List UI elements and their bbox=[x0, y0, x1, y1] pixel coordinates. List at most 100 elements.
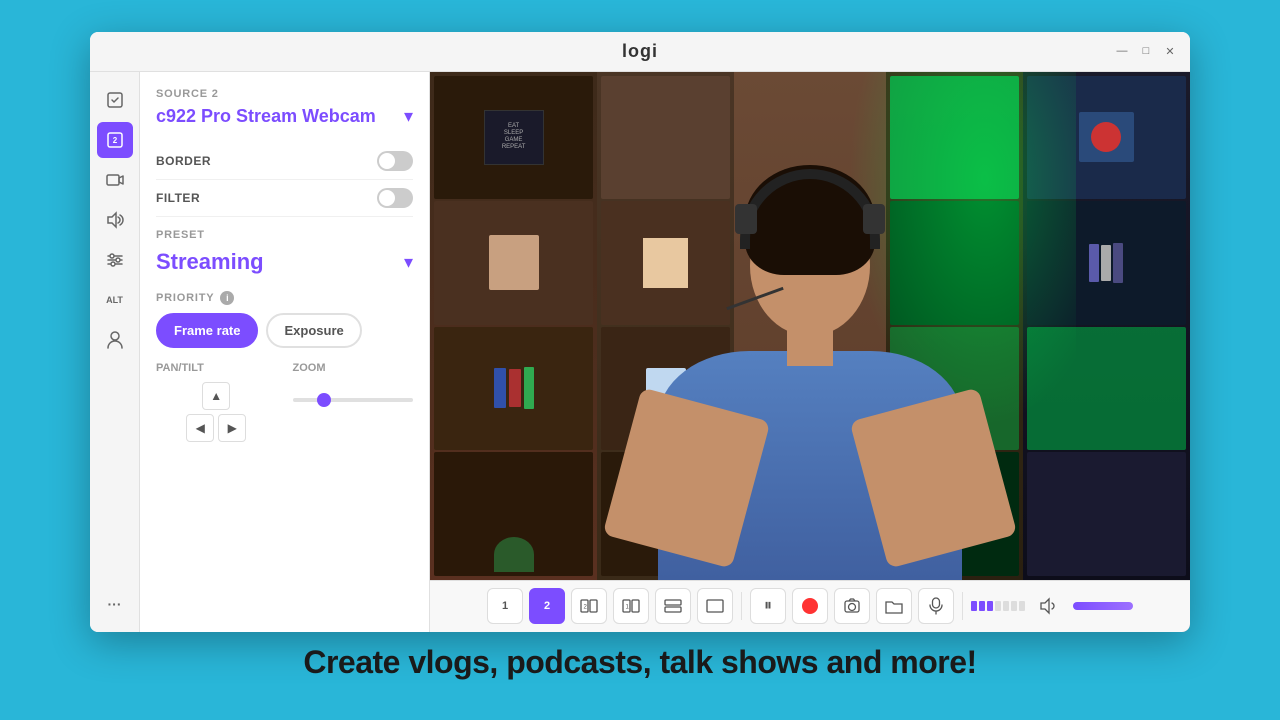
vol-seg-3 bbox=[987, 601, 993, 611]
mushroom-icon bbox=[1091, 122, 1121, 152]
device-selector[interactable]: c922 Pro Stream Webcam ▾ bbox=[156, 106, 413, 128]
pan-up-button[interactable]: ▲ bbox=[202, 382, 230, 410]
maximize-button[interactable]: □ bbox=[1138, 43, 1154, 59]
vol-seg-1 bbox=[971, 601, 977, 611]
zoom-slider[interactable] bbox=[293, 398, 414, 402]
shelf-decoration: EATSLEEPGAMEREPEAT bbox=[484, 110, 544, 165]
sidebar-item-source2[interactable]: 2 bbox=[97, 122, 133, 158]
app-logo: logi bbox=[622, 41, 658, 62]
window-controls: — □ ✕ bbox=[1114, 43, 1178, 59]
sidebar-item-person[interactable] bbox=[97, 322, 133, 358]
folder-button[interactable] bbox=[876, 588, 912, 624]
sidebar-item-sliders[interactable] bbox=[97, 242, 133, 278]
shelf-item bbox=[1027, 452, 1186, 576]
mic-button[interactable] bbox=[918, 588, 954, 624]
pan-left-button[interactable]: ◀ bbox=[186, 414, 214, 442]
source-btn-2[interactable]: 2 bbox=[529, 588, 565, 624]
device-chevron-icon: ▾ bbox=[404, 106, 413, 127]
priority-label-row: PRIORITY i bbox=[156, 291, 413, 305]
volume-bar bbox=[971, 601, 1025, 611]
title-bar: logi — □ ✕ bbox=[90, 32, 1190, 72]
book bbox=[1101, 245, 1111, 281]
shelf-item: EATSLEEPGAMEREPEAT bbox=[434, 76, 593, 200]
app-window: logi — □ ✕ 2 bbox=[90, 32, 1190, 632]
priority-label: PRIORITY bbox=[156, 292, 214, 304]
vol-seg-4 bbox=[995, 601, 1001, 611]
source-btn-1[interactable]: 1 bbox=[487, 588, 523, 624]
filter-toggle[interactable] bbox=[377, 188, 413, 208]
purple-vol-bar bbox=[1073, 602, 1133, 610]
arrow-controls: ▲ ◀ ▶ bbox=[156, 382, 277, 442]
pan-tilt-zoom-section: PAN/TILT ▲ ◀ ▶ ZOOM bbox=[156, 362, 413, 442]
book bbox=[494, 368, 506, 408]
settings-panel: SOURCE 2 c922 Pro Stream Webcam ▾ BORDER… bbox=[140, 72, 430, 632]
priority-info-icon[interactable]: i bbox=[220, 291, 234, 305]
preset-value: Streaming bbox=[156, 249, 264, 275]
sidebar-item-audio[interactable] bbox=[97, 202, 133, 238]
svg-text:2: 2 bbox=[584, 605, 588, 611]
shelf-item bbox=[1027, 76, 1186, 200]
sidebar-item-camera[interactable] bbox=[97, 162, 133, 198]
book bbox=[524, 367, 534, 409]
vol-seg-7 bbox=[1019, 601, 1025, 611]
video-area: EATSLEEPGAMEREPEAT bbox=[430, 72, 1190, 632]
pause-button[interactable]: ⏸ bbox=[750, 588, 786, 624]
pan-tilt-label: PAN/TILT bbox=[156, 362, 277, 374]
svg-text:1: 1 bbox=[626, 605, 630, 611]
record-button[interactable] bbox=[792, 588, 828, 624]
headset-right bbox=[863, 204, 885, 234]
device-name: c922 Pro Stream Webcam bbox=[156, 106, 376, 128]
separator-1 bbox=[741, 592, 742, 620]
close-button[interactable]: ✕ bbox=[1162, 43, 1178, 59]
svg-text:2: 2 bbox=[112, 136, 117, 145]
record-dot-icon bbox=[802, 598, 818, 614]
plant bbox=[494, 537, 534, 572]
volume-area bbox=[971, 601, 1025, 611]
snapshot-button[interactable] bbox=[834, 588, 870, 624]
bottom-caption: Create vlogs, podcasts, talk shows and m… bbox=[303, 632, 976, 689]
filter-row: FILTER bbox=[156, 180, 413, 217]
bottom-toolbar: 1 2 2 1 ⏸ bbox=[430, 580, 1190, 632]
source-btn-split1[interactable]: 1 bbox=[613, 588, 649, 624]
layout-btn-2[interactable] bbox=[655, 588, 691, 624]
zoom-slider-thumb[interactable] bbox=[317, 393, 331, 407]
border-toggle[interactable] bbox=[377, 151, 413, 171]
headset-left bbox=[735, 204, 757, 234]
separator-2 bbox=[962, 592, 963, 620]
speaker-button[interactable] bbox=[1031, 588, 1067, 624]
exposure-button[interactable]: Exposure bbox=[266, 313, 361, 348]
main-content: 2 bbox=[90, 72, 1190, 632]
minimize-button[interactable]: — bbox=[1114, 43, 1130, 59]
webcam-scene: EATSLEEPGAMEREPEAT bbox=[430, 72, 1190, 580]
shelf-item-green2 bbox=[1027, 327, 1186, 451]
icon-sidebar: 2 bbox=[90, 72, 140, 632]
person-headset bbox=[740, 169, 880, 249]
pan-tilt-col: PAN/TILT ▲ ◀ ▶ bbox=[156, 362, 277, 442]
layout-btn-1[interactable] bbox=[697, 588, 733, 624]
pan-right-button[interactable]: ▶ bbox=[218, 414, 246, 442]
shelf-decoration bbox=[489, 235, 539, 290]
shelf-item bbox=[434, 327, 593, 451]
sidebar-item-more[interactable]: ··· bbox=[97, 586, 133, 622]
zoom-col: ZOOM bbox=[293, 362, 414, 442]
source-label: SOURCE 2 bbox=[156, 88, 413, 100]
vol-seg-6 bbox=[1011, 601, 1017, 611]
source-section: SOURCE 2 c922 Pro Stream Webcam ▾ bbox=[156, 88, 413, 128]
frame-rate-button[interactable]: Frame rate bbox=[156, 313, 258, 348]
sidebar-item-source1[interactable] bbox=[97, 82, 133, 118]
preset-label: PRESET bbox=[156, 229, 413, 241]
priority-section: PRIORITY i Frame rate Exposure bbox=[156, 291, 413, 348]
border-label: BORDER bbox=[156, 154, 211, 168]
sidebar-item-alt[interactable]: ALT bbox=[97, 282, 133, 318]
source-btn-split2[interactable]: 2 bbox=[571, 588, 607, 624]
vol-seg-2 bbox=[979, 601, 985, 611]
book bbox=[1113, 243, 1123, 283]
zoom-label: ZOOM bbox=[293, 362, 414, 374]
filter-label: FILTER bbox=[156, 191, 200, 205]
person-area bbox=[620, 72, 1000, 580]
shelf-item bbox=[434, 452, 593, 576]
vol-seg-5 bbox=[1003, 601, 1009, 611]
shelf-item bbox=[434, 201, 593, 325]
preset-selector[interactable]: Streaming ▾ bbox=[156, 245, 413, 279]
shelf-decoration bbox=[1079, 112, 1134, 162]
